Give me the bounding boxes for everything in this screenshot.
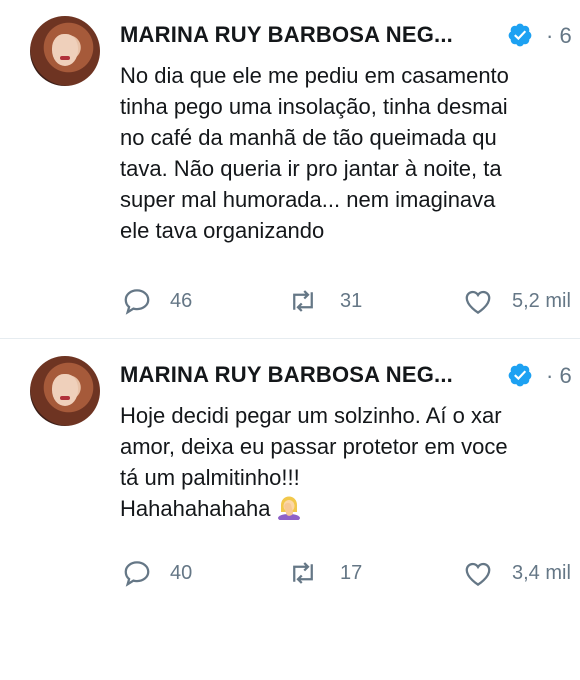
reply-count: 46 — [170, 290, 193, 312]
like-count: 5,2 mil — [512, 290, 571, 312]
tweet-time[interactable]: · 6 — [546, 363, 572, 389]
like-count: 3,4 mil — [512, 562, 571, 584]
author-name[interactable]: MARINA RUY BARBOSA NEG... — [120, 362, 453, 388]
verified-badge-icon — [508, 363, 532, 387]
verified-badge-icon — [508, 23, 532, 47]
woman-facepalming-emoji — [278, 496, 301, 520]
tweet-line: tinha pego uma insolação, tinha desmai — [120, 94, 508, 119]
tweet-line: no café da manhã de tão queimada qu — [120, 125, 497, 150]
reply-icon[interactable] — [122, 558, 152, 588]
tweet-line: amor, deixa eu passar protetor em voce — [120, 434, 508, 459]
avatar[interactable] — [30, 356, 100, 426]
avatar-face — [52, 34, 78, 66]
tweet-line: Hoje decidi pegar um solzinho. Aí o xar — [120, 403, 502, 428]
tweet-line: Hahahahahaha — [120, 496, 271, 521]
tweet-line: super mal humorada... nem imaginava — [120, 187, 496, 212]
tweet-text: No dia que ele me pediu em casamento tin… — [120, 60, 580, 246]
tweet-text: Hoje decidi pegar um solzinho. Aí o xar … — [120, 400, 580, 524]
tweet-line: ele tava organizando — [120, 218, 325, 243]
tweet-time[interactable]: · 6 — [546, 23, 572, 49]
tweet[interactable]: MARINA RUY BARBOSA NEG... · 6 Hoje decid… — [0, 340, 580, 680]
reply-icon[interactable] — [122, 286, 152, 316]
avatar-face — [52, 374, 78, 406]
tweet-divider — [0, 338, 580, 339]
tweet-line: No dia que ele me pediu em casamento — [120, 63, 509, 88]
tweet-line: tava. Não queria ir pro jantar à noite, … — [120, 156, 502, 181]
like-icon[interactable] — [463, 559, 493, 589]
retweet-icon[interactable] — [288, 558, 318, 588]
tweet[interactable]: MARINA RUY BARBOSA NEG... · 6 No dia que… — [0, 0, 580, 340]
retweet-icon[interactable] — [288, 286, 318, 316]
retweet-count: 31 — [340, 290, 363, 312]
author-name[interactable]: MARINA RUY BARBOSA NEG... — [120, 22, 453, 48]
avatar-lips — [60, 396, 70, 400]
avatar[interactable] — [30, 16, 100, 86]
reply-count: 40 — [170, 562, 193, 584]
retweet-count: 17 — [340, 562, 363, 584]
avatar-lips — [60, 56, 70, 60]
tweet-line: tá um palmitinho!!! — [120, 465, 300, 490]
like-icon[interactable] — [463, 287, 493, 317]
